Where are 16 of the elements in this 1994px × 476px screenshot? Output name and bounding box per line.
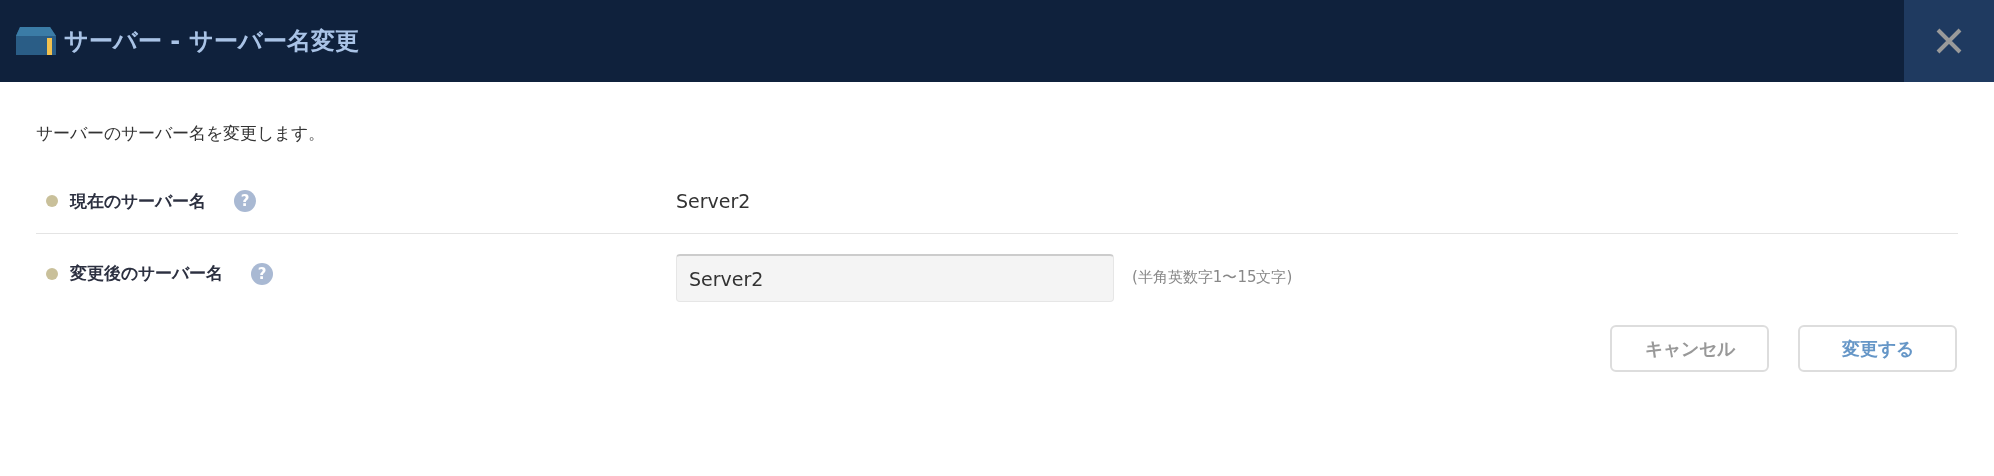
- field-label: 変更後のサーバー名: [70, 262, 223, 285]
- bullet-icon: [46, 195, 58, 207]
- cancel-button[interactable]: キャンセル: [1610, 325, 1769, 372]
- bullet-icon: [46, 267, 58, 280]
- close-button[interactable]: [1904, 0, 1994, 82]
- help-icon[interactable]: ?: [234, 190, 256, 212]
- help-icon[interactable]: ?: [251, 262, 273, 285]
- hint-text: (半角英数字1〜15文字): [1132, 268, 1293, 287]
- window-title: サーバー - サーバー名変更: [64, 26, 360, 57]
- field-value: Server2: [676, 190, 751, 212]
- field-label: 現在のサーバー名: [70, 189, 206, 213]
- input-field[interactable]: Server2: [676, 254, 1114, 302]
- close-icon: [1936, 28, 1962, 54]
- submit-button[interactable]: 変更する: [1798, 325, 1957, 372]
- server-icon: [16, 27, 56, 55]
- description-text: サーバーのサーバー名を変更します。: [36, 122, 326, 145]
